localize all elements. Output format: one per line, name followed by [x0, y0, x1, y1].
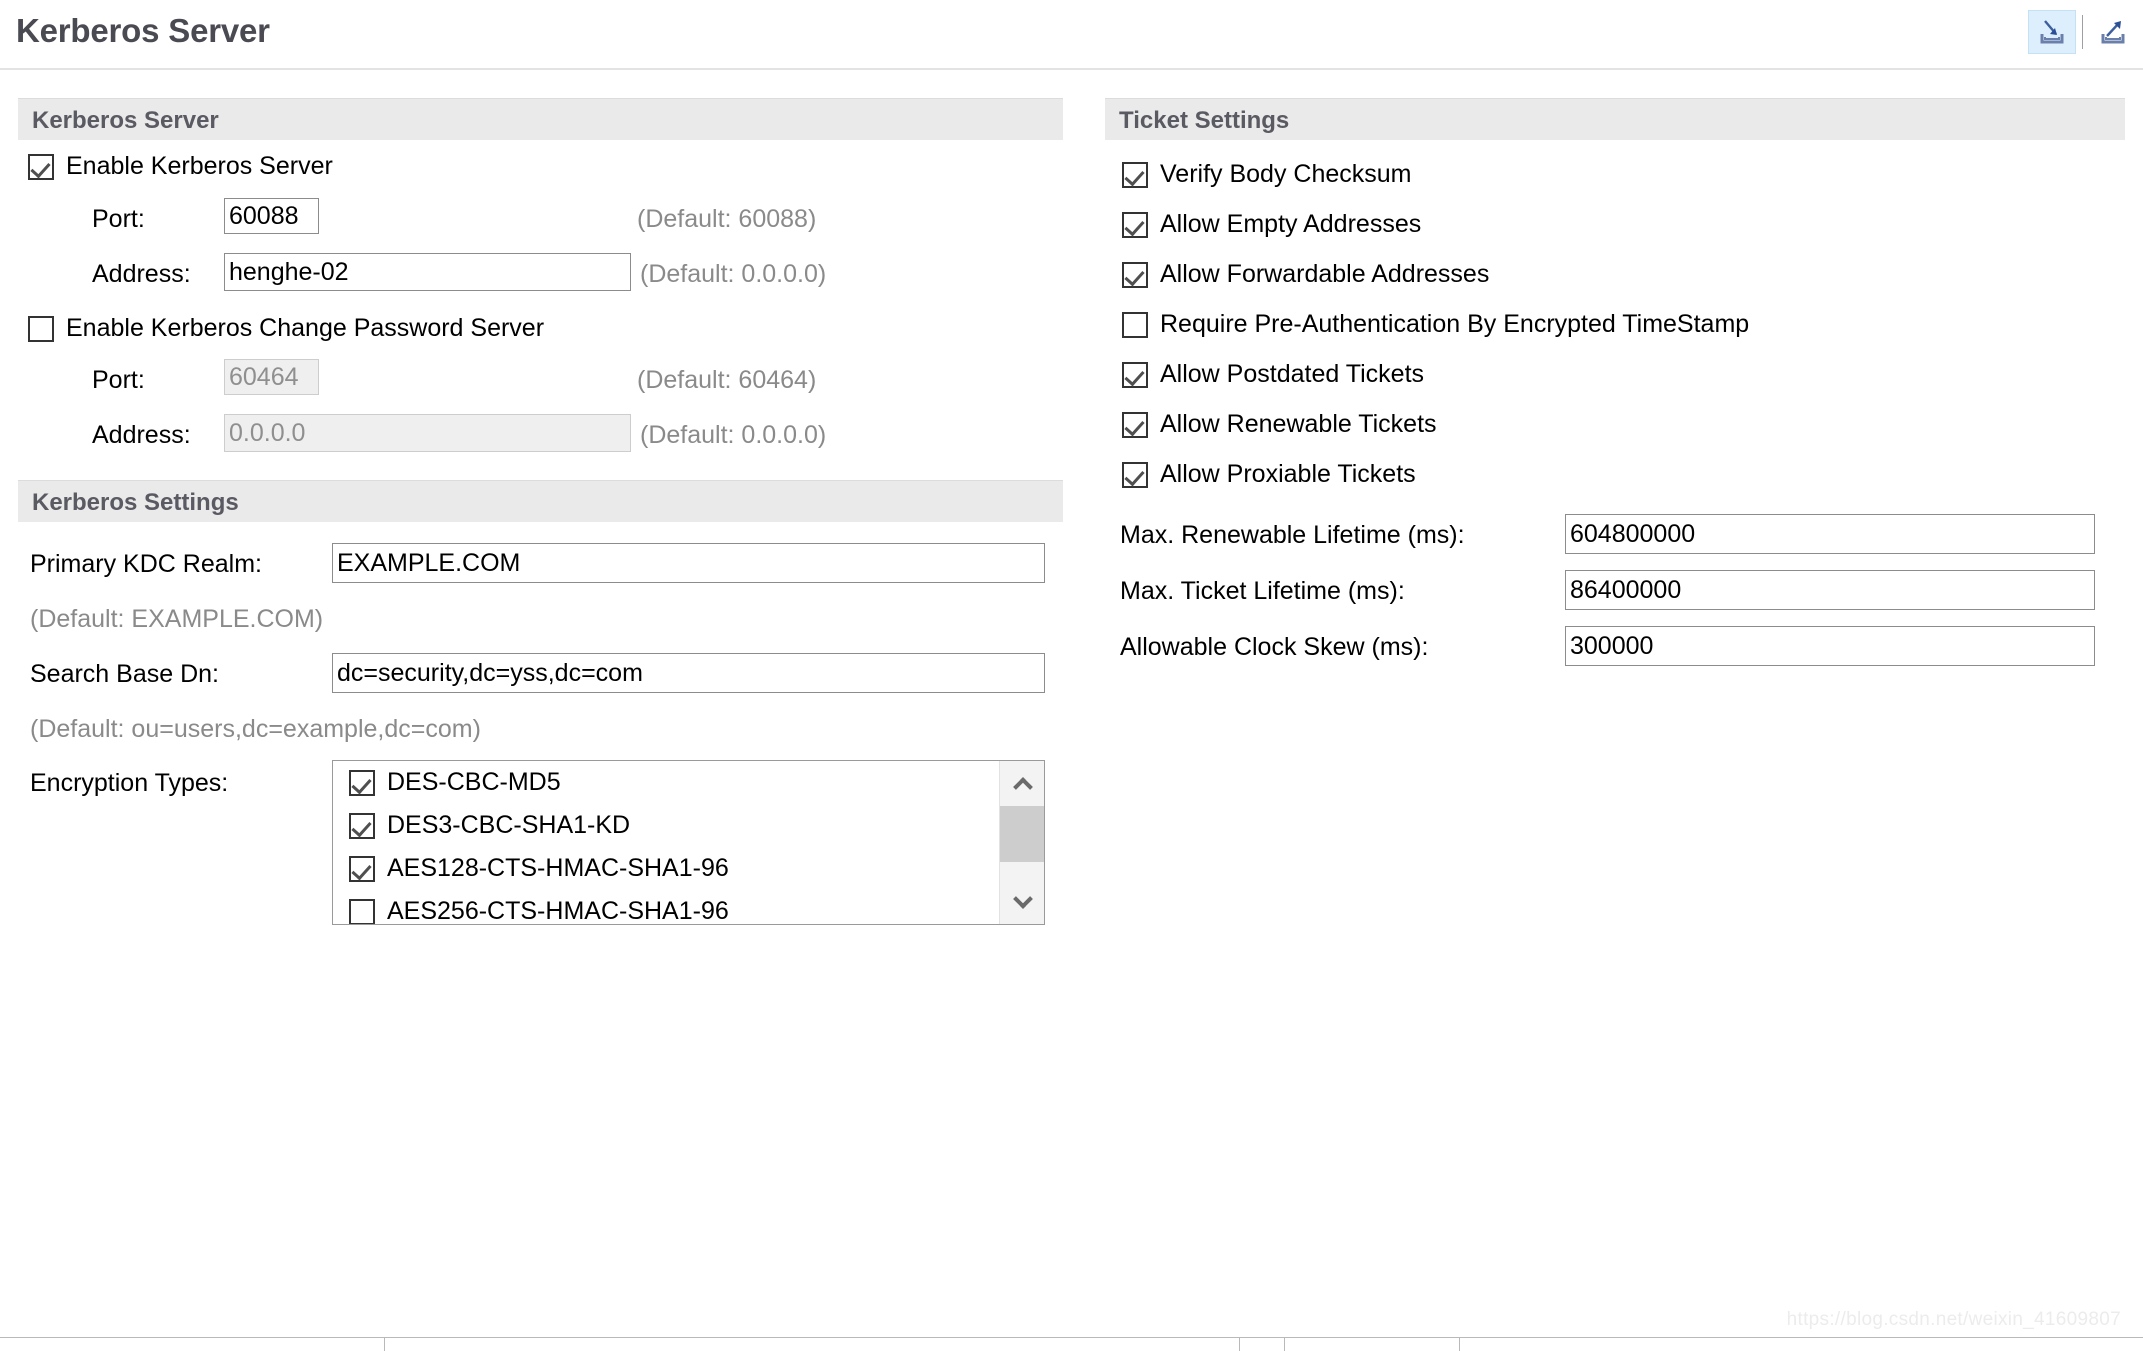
- status-cell: [1130, 1338, 1285, 1351]
- encryption-type-checkbox[interactable]: [349, 898, 375, 924]
- enable-kerberos-server-checkbox-row[interactable]: Enable Kerberos Server: [28, 152, 333, 181]
- allow-proxiable-tickets-checkbox[interactable]: [1122, 461, 1148, 488]
- section-header-ticket-settings: Ticket Settings: [1105, 98, 2125, 140]
- require-pre-authentication-checkbox[interactable]: [1122, 311, 1148, 338]
- require-pre-authentication-row[interactable]: Require Pre-Authentication By Encrypted …: [1122, 310, 1749, 339]
- encryption-type-checkbox[interactable]: [349, 769, 375, 796]
- page-title: Kerberos Server: [16, 12, 270, 49]
- require-pre-authentication-label: Require Pre-Authentication By Encrypted …: [1160, 310, 1750, 338]
- changepw-port-input: [224, 359, 319, 395]
- list-item[interactable]: AES128-CTS-HMAC-SHA1-96: [333, 847, 998, 890]
- status-cell: [0, 1338, 385, 1351]
- encryption-types-scrollbar[interactable]: [999, 761, 1044, 924]
- enable-change-password-server-checkbox[interactable]: [28, 315, 54, 342]
- status-bar: [0, 1337, 2143, 1351]
- allow-renewable-tickets-checkbox[interactable]: [1122, 411, 1148, 438]
- changepw-address-default-hint: (Default: 0.0.0.0): [640, 421, 827, 449]
- max-renewable-lifetime-input[interactable]: [1565, 514, 2095, 554]
- enable-change-password-server-label: Enable Kerberos Change Password Server: [66, 314, 545, 342]
- titlebar: Kerberos Server: [0, 0, 2143, 70]
- allow-forwardable-addresses-checkbox[interactable]: [1122, 261, 1148, 288]
- kdc-realm-label: Primary KDC Realm:: [30, 550, 262, 578]
- encryption-types-list: DES-CBC-MD5 DES3-CBC-SHA1-KD AES128-CTS-…: [333, 761, 998, 925]
- allow-empty-addresses-label: Allow Empty Addresses: [1160, 210, 1422, 238]
- verify-body-checksum-row[interactable]: Verify Body Checksum: [1122, 160, 1412, 189]
- encryption-type-checkbox[interactable]: [349, 812, 375, 839]
- allowable-clock-skew-label: Allowable Clock Skew (ms):: [1120, 633, 1429, 661]
- allow-proxiable-tickets-label: Allow Proxiable Tickets: [1160, 460, 1416, 488]
- encryption-types-listbox[interactable]: DES-CBC-MD5 DES3-CBC-SHA1-KD AES128-CTS-…: [332, 760, 1045, 925]
- allow-forwardable-addresses-row[interactable]: Allow Forwardable Addresses: [1122, 260, 1489, 289]
- section-header-kerberos-server: Kerberos Server: [18, 98, 1063, 140]
- watermark: https://blog.csdn.net/weixin_41609807: [1786, 1309, 2121, 1330]
- allowable-clock-skew-input[interactable]: [1565, 626, 2095, 666]
- scroll-down-icon[interactable]: [1000, 879, 1044, 924]
- encryption-type-label: AES128-CTS-HMAC-SHA1-96: [387, 854, 729, 882]
- titlebar-tools: [2028, 10, 2137, 54]
- allow-renewable-tickets-row[interactable]: Allow Renewable Tickets: [1122, 410, 1437, 439]
- verify-body-checksum-label: Verify Body Checksum: [1160, 160, 1412, 188]
- status-cell: [700, 1338, 940, 1351]
- server-address-label: Address:: [92, 260, 191, 288]
- allow-postdated-tickets-label: Allow Postdated Tickets: [1160, 360, 1425, 388]
- max-renewable-lifetime-label: Max. Renewable Lifetime (ms):: [1120, 521, 1465, 549]
- encryption-type-label: AES256-CTS-HMAC-SHA1-96: [387, 897, 729, 925]
- verify-body-checksum-checkbox[interactable]: [1122, 161, 1148, 188]
- list-item[interactable]: DES3-CBC-SHA1-KD: [333, 804, 998, 847]
- list-item[interactable]: AES256-CTS-HMAC-SHA1-96: [333, 890, 998, 925]
- search-base-dn-default-hint: (Default: ou=users,dc=example,dc=com): [30, 715, 481, 743]
- export-icon-button[interactable]: [2089, 10, 2137, 54]
- allow-renewable-tickets-label: Allow Renewable Tickets: [1160, 410, 1437, 438]
- encryption-type-label: DES-CBC-MD5: [387, 768, 561, 796]
- server-port-default-hint: (Default: 60088): [637, 205, 817, 233]
- kerberos-server-page: Kerberos Server Kerberos Server Enable K…: [0, 0, 2143, 1351]
- toolbar-divider: [2082, 15, 2083, 49]
- section-header-kerberos-settings: Kerberos Settings: [18, 480, 1063, 522]
- allow-proxiable-tickets-row[interactable]: Allow Proxiable Tickets: [1122, 460, 1416, 489]
- server-port-label: Port:: [92, 205, 145, 233]
- changepw-address-label: Address:: [92, 421, 191, 449]
- encryption-types-label: Encryption Types:: [30, 769, 229, 797]
- changepw-port-label: Port:: [92, 366, 145, 394]
- allow-empty-addresses-checkbox[interactable]: [1122, 211, 1148, 238]
- encryption-type-checkbox[interactable]: [349, 855, 375, 882]
- enable-kerberos-server-label: Enable Kerberos Server: [66, 152, 333, 180]
- search-base-dn-label: Search Base Dn:: [30, 660, 219, 688]
- enable-change-password-server-checkbox-row[interactable]: Enable Kerberos Change Password Server: [28, 314, 544, 343]
- enable-kerberos-server-checkbox[interactable]: [28, 153, 54, 180]
- scroll-up-icon[interactable]: [1000, 761, 1044, 806]
- encryption-type-label: DES3-CBC-SHA1-KD: [387, 811, 631, 839]
- kdc-realm-input[interactable]: [332, 543, 1045, 583]
- server-address-input[interactable]: [224, 253, 631, 291]
- changepw-address-input: [224, 414, 631, 452]
- changepw-port-default-hint: (Default: 60464): [637, 366, 817, 394]
- allow-forwardable-addresses-label: Allow Forwardable Addresses: [1160, 260, 1490, 288]
- status-cell: [1870, 1338, 2143, 1351]
- max-ticket-lifetime-label: Max. Ticket Lifetime (ms):: [1120, 577, 1405, 605]
- export-icon: [2101, 21, 2125, 44]
- server-port-input[interactable]: [224, 198, 319, 234]
- import-icon-button[interactable]: [2028, 10, 2076, 54]
- max-ticket-lifetime-input[interactable]: [1565, 570, 2095, 610]
- list-item[interactable]: DES-CBC-MD5: [333, 761, 998, 804]
- scrollbar-thumb[interactable]: [1000, 806, 1044, 862]
- search-base-dn-input[interactable]: [332, 653, 1045, 693]
- status-cell: [1285, 1338, 1460, 1351]
- allow-postdated-tickets-row[interactable]: Allow Postdated Tickets: [1122, 360, 1424, 389]
- allow-postdated-tickets-checkbox[interactable]: [1122, 361, 1148, 388]
- server-address-default-hint: (Default: 0.0.0.0): [640, 260, 827, 288]
- kdc-realm-default-hint: (Default: EXAMPLE.COM): [30, 605, 324, 633]
- import-icon: [2040, 20, 2064, 44]
- allow-empty-addresses-row[interactable]: Allow Empty Addresses: [1122, 210, 1421, 239]
